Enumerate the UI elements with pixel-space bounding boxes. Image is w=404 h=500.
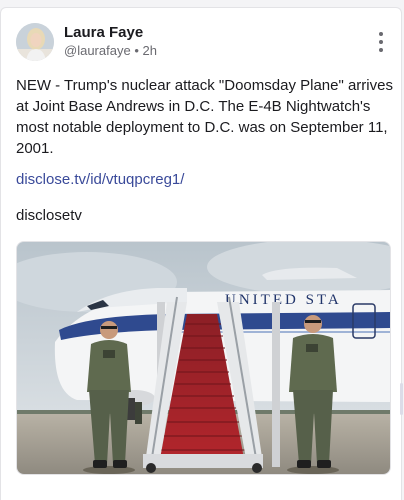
fuselage-lettering: UNITED STA <box>225 292 342 308</box>
avatar[interactable] <box>16 23 54 61</box>
post-tag: disclosetv <box>16 207 82 224</box>
scrollbar[interactable] <box>400 383 403 415</box>
post-text: NEW - Trump's nuclear attack "Doomsday P… <box>16 77 393 157</box>
doomsday-plane-photo: UNITED STA <box>17 242 390 474</box>
post-image[interactable]: UNITED STA <box>16 241 391 475</box>
avatar-image <box>16 23 54 61</box>
post-time[interactable]: 2h <box>143 43 157 58</box>
more-vertical-icon[interactable] <box>375 32 387 52</box>
author-handle[interactable]: @laurafaye <box>64 43 131 58</box>
author-meta: @laurafaye • 2h <box>64 43 157 58</box>
post-card: Laura Faye @laurafaye • 2h NEW - Trump's… <box>0 7 402 500</box>
author-name[interactable]: Laura Faye <box>64 24 143 41</box>
meta-separator: • <box>134 43 139 58</box>
post-link[interactable]: disclose.tv/id/vtuqpcreg1/ <box>16 171 184 188</box>
